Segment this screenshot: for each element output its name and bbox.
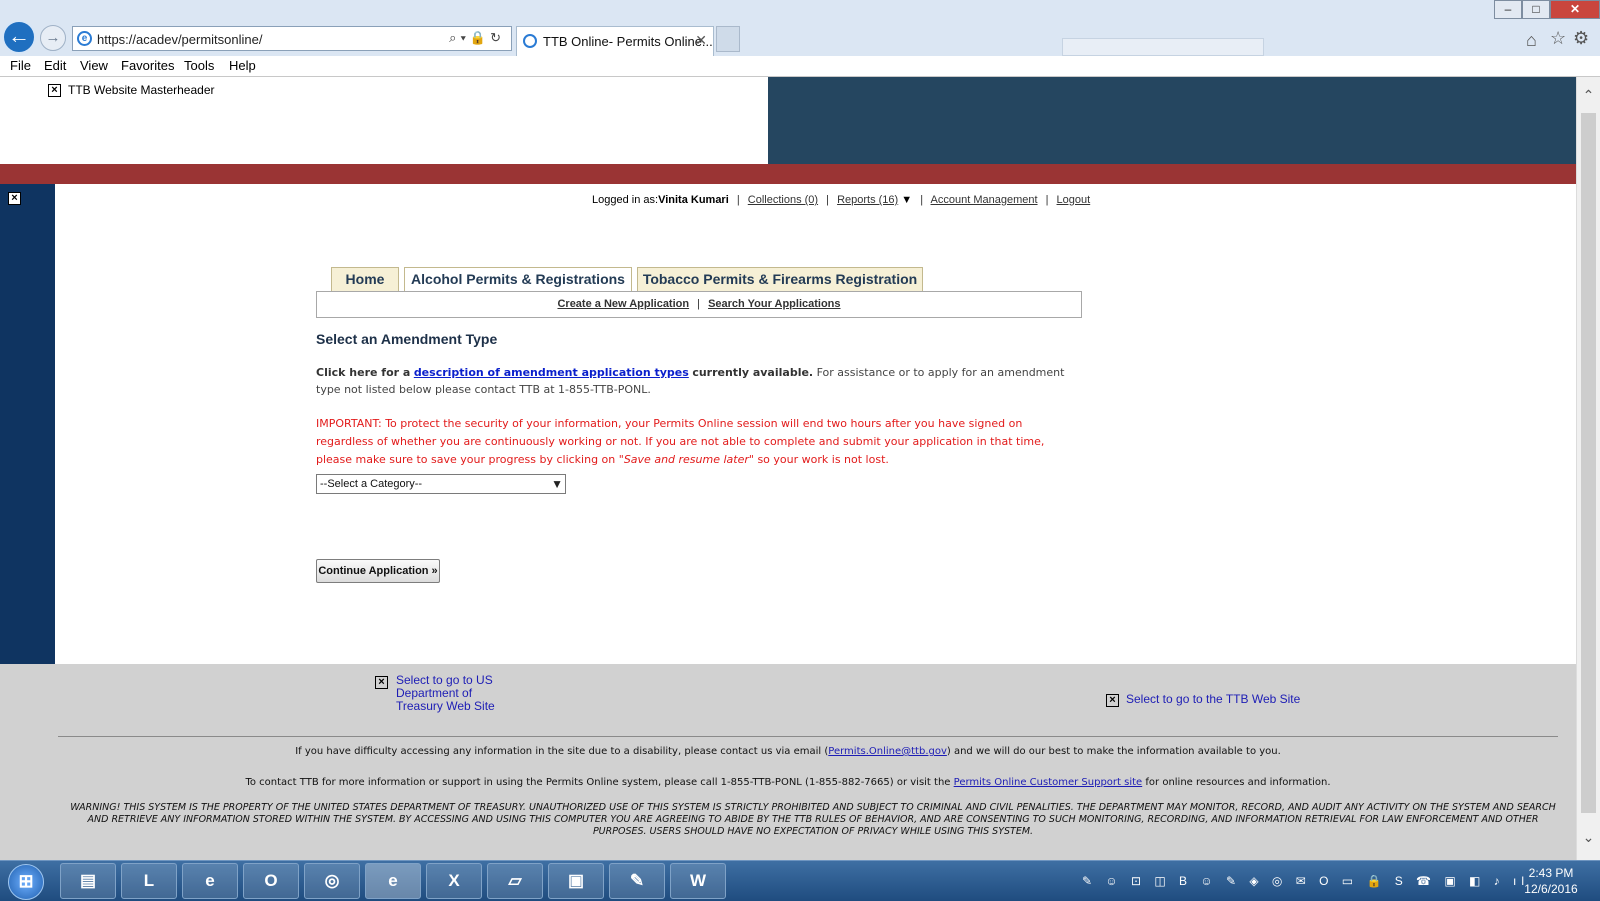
ie-favicon-icon: e: [77, 31, 92, 46]
internet-explorer-active-icon[interactable]: e: [365, 863, 421, 899]
separator: |: [920, 194, 924, 206]
system-clock[interactable]: 2:43 PM 12/6/2016: [1516, 865, 1586, 897]
file-explorer-icon[interactable]: ▤: [60, 863, 116, 899]
chevron-down-icon[interactable]: ▼: [901, 194, 912, 206]
disability-notice: If you have difficulty accessing any inf…: [0, 746, 1576, 757]
minimize-button[interactable]: –: [1494, 0, 1522, 19]
intro-bold-suffix: currently available.: [692, 366, 814, 379]
category-select[interactable]: --Select a Category-- ▼: [316, 474, 566, 494]
category-select-value: --Select a Category--: [320, 478, 423, 490]
amendment-types-link[interactable]: description of amendment application typ…: [414, 366, 689, 379]
reports-link[interactable]: Reports (16): [837, 194, 898, 206]
separator: |: [1045, 194, 1049, 206]
tab-favicon-icon: [523, 34, 537, 48]
clock-time: 2:43 PM: [1528, 866, 1574, 880]
new-tab-button[interactable]: [716, 26, 740, 52]
broken-image-icon[interactable]: ×: [1106, 694, 1119, 707]
continue-application-button[interactable]: Continue Application »: [316, 559, 440, 583]
intro-paragraph: Click here for a description of amendmen…: [316, 364, 1076, 398]
gear-icon[interactable]: ⚙: [1573, 28, 1589, 49]
browser-toolbar: ← → e https://acadev/permitsonline/ ⌕▾🔒↻…: [0, 0, 1600, 57]
menu-edit[interactable]: Edit: [44, 58, 66, 73]
footer-divider: [58, 736, 1558, 737]
menu-tools[interactable]: Tools: [184, 58, 214, 73]
tab-tobacco-permits[interactable]: Tobacco Permits & Firearms Registration: [637, 267, 923, 291]
search-applications-link[interactable]: Search Your Applications: [708, 298, 840, 310]
user-name: Vinita Kumari: [658, 194, 729, 206]
chevron-down-icon[interactable]: ▼: [551, 475, 563, 493]
disability-after: ) and we will do our best to make the in…: [946, 746, 1281, 757]
browser-tab-title: TTB Online- Permits Online...: [543, 34, 713, 49]
notepad-icon[interactable]: ▱: [487, 863, 543, 899]
scroll-up-icon[interactable]: ⌃: [1577, 87, 1600, 104]
clock-date: 12/6/2016: [1524, 882, 1578, 896]
paint-icon[interactable]: ✎: [609, 863, 665, 899]
taskbar: ⊞ ▤ L e O ◎ e X ▱ ▣ ✎ W ✎ ☺ ⊡ ◫ B ☺ ✎ ◈ …: [0, 860, 1600, 901]
contact-notice: To contact TTB for more information or s…: [0, 777, 1576, 788]
support-email-link[interactable]: Permits.Online@ttb.gov: [828, 746, 947, 757]
start-button[interactable]: ⊞: [8, 864, 44, 900]
lync-icon[interactable]: L: [121, 863, 177, 899]
logged-in-label: Logged in as:: [592, 194, 659, 206]
sub-navigation: Create a New Application | Search Your A…: [316, 291, 1082, 318]
tab-alcohol-permits[interactable]: Alcohol Permits & Registrations: [404, 267, 632, 292]
security-warning: WARNING! THIS SYSTEM IS THE PROPERTY OF …: [70, 802, 1556, 837]
customer-support-link[interactable]: Permits Online Customer Support site: [954, 777, 1143, 788]
broken-image-icon: ×: [8, 192, 21, 205]
menu-help[interactable]: Help: [229, 58, 256, 73]
masthead-alt-text: TTB Website Masterheader: [68, 83, 215, 97]
system-tray-icons[interactable]: ✎ ☺ ⊡ ◫ B ☺ ✎ ◈ ◎ ✉ O ▭ 🔒 S ☎ ▣ ◧ ♪ ıl: [1082, 874, 1529, 888]
important-end: so your work is not lost.: [757, 453, 889, 466]
excel-icon[interactable]: X: [426, 863, 482, 899]
menu-favorites[interactable]: Favorites: [121, 58, 174, 73]
vertical-scrollbar[interactable]: ⌃ ⌄: [1576, 77, 1600, 860]
maximize-button[interactable]: □: [1522, 0, 1550, 19]
left-rail: [0, 184, 55, 664]
contact-after: for online resources and information.: [1145, 777, 1331, 788]
desktop-search-field: [1062, 38, 1264, 56]
important-italic: "Save and resume later": [618, 453, 754, 466]
separator: |: [697, 298, 701, 310]
menu-view[interactable]: View: [80, 58, 108, 73]
important-notice: IMPORTANT: To protect the security of yo…: [316, 415, 1076, 469]
account-management-link[interactable]: Account Management: [931, 194, 1038, 206]
collections-link[interactable]: Collections (0): [748, 194, 818, 206]
forward-arrow-icon[interactable]: →: [40, 25, 66, 51]
scroll-thumb[interactable]: [1581, 113, 1596, 813]
create-application-link[interactable]: Create a New Application: [557, 298, 689, 310]
menu-bar: File Edit View Favorites Tools Help: [0, 56, 1600, 77]
treasury-site-link[interactable]: Select to go to US Department of Treasur…: [396, 674, 506, 713]
photos-icon[interactable]: ▣: [548, 863, 604, 899]
tab-home[interactable]: Home: [331, 267, 399, 291]
separator: |: [736, 194, 740, 206]
separator: |: [826, 194, 829, 206]
user-bar: Logged in as:Vinita Kumari | Collections…: [592, 194, 1090, 206]
close-window-button[interactable]: ✕: [1550, 0, 1600, 19]
home-icon[interactable]: ⌂: [1526, 30, 1537, 51]
address-bar-actions-icon[interactable]: ⌕▾🔒↻: [449, 30, 505, 46]
window-controls: – □ ✕: [1494, 0, 1600, 20]
masthead-right-panel: [768, 77, 1576, 164]
intro-prefix: Click here for a: [316, 366, 411, 379]
outlook-icon[interactable]: O: [243, 863, 299, 899]
broken-image-icon[interactable]: ×: [375, 676, 388, 689]
favorites-star-icon[interactable]: ☆: [1550, 28, 1566, 49]
logout-link[interactable]: Logout: [1057, 194, 1091, 206]
ttb-site-link[interactable]: Select to go to the TTB Web Site: [1126, 692, 1300, 706]
broken-image-icon: ×: [48, 84, 61, 97]
address-url[interactable]: https://acadev/permitsonline/: [97, 32, 262, 47]
internet-explorer-icon[interactable]: e: [182, 863, 238, 899]
page-title: Select an Amendment Type: [316, 331, 498, 347]
address-bar[interactable]: e https://acadev/permitsonline/ ⌕▾🔒↻: [72, 26, 512, 51]
disability-before: If you have difficulty accessing any inf…: [295, 746, 829, 757]
red-header-band: [0, 164, 1576, 184]
scroll-down-icon[interactable]: ⌄: [1577, 829, 1600, 846]
tab-close-icon[interactable]: ✕: [695, 32, 707, 49]
browser-tab-active[interactable]: TTB Online- Permits Online... ✕: [516, 26, 714, 56]
word-icon[interactable]: W: [670, 863, 726, 899]
back-arrow-icon[interactable]: ←: [2, 20, 36, 54]
target-app-icon[interactable]: ◎: [304, 863, 360, 899]
menu-file[interactable]: File: [10, 58, 31, 73]
contact-before: To contact TTB for more information or s…: [245, 777, 951, 788]
